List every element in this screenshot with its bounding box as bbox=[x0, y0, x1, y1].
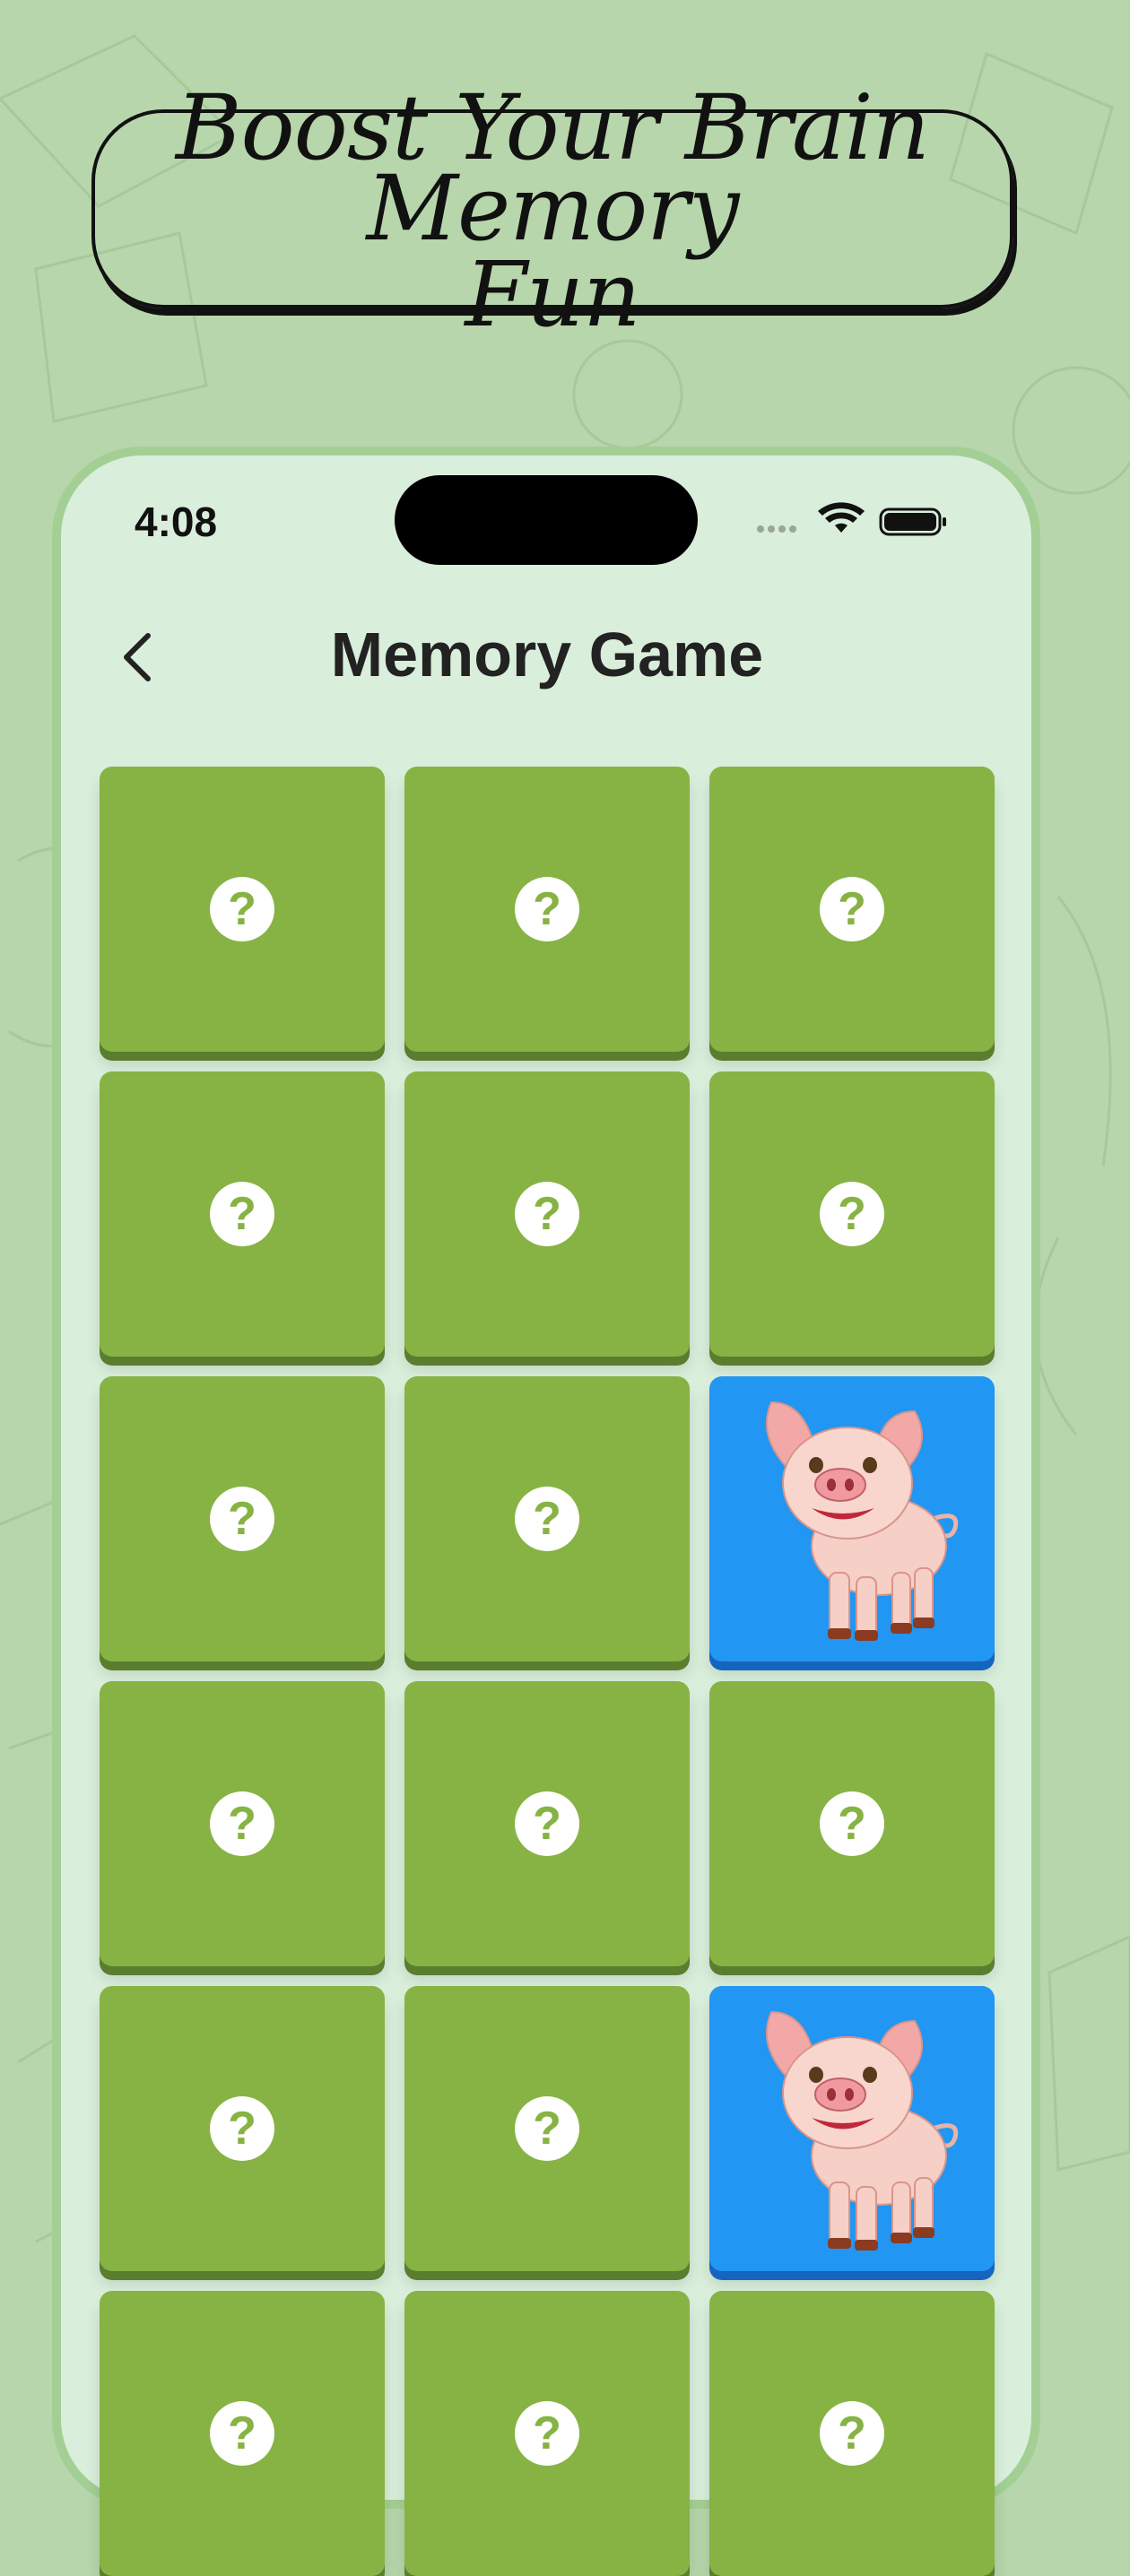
question-mark-icon: ? bbox=[820, 2401, 884, 2466]
question-mark-icon: ? bbox=[515, 1487, 579, 1551]
question-mark-icon: ? bbox=[820, 877, 884, 941]
question-mark-icon: ? bbox=[210, 2401, 274, 2466]
battery-icon bbox=[879, 507, 946, 536]
question-mark-icon: ? bbox=[515, 2401, 579, 2466]
headline-line-2: Fun bbox=[465, 242, 640, 347]
memory-card[interactable]: ? bbox=[100, 1681, 385, 1966]
signal-dots-icon bbox=[757, 525, 796, 533]
memory-card[interactable]: ? bbox=[709, 767, 995, 1052]
question-mark-icon: ? bbox=[210, 1182, 274, 1246]
question-mark-icon: ? bbox=[210, 1791, 274, 1856]
dynamic-island bbox=[395, 475, 698, 565]
question-mark-icon: ? bbox=[515, 1182, 579, 1246]
headline-line-1: Boost Your Brain Memory bbox=[175, 75, 930, 261]
pig-icon bbox=[766, 2010, 959, 2251]
memory-card[interactable] bbox=[709, 1376, 995, 1661]
memory-card[interactable]: ? bbox=[404, 767, 690, 1052]
status-time: 4:08 bbox=[135, 499, 218, 545]
question-mark-icon: ? bbox=[515, 1791, 579, 1856]
status-icons bbox=[757, 502, 946, 536]
question-mark-icon: ? bbox=[210, 877, 274, 941]
memory-card[interactable]: ? bbox=[100, 767, 385, 1052]
question-mark-icon: ? bbox=[820, 1791, 884, 1856]
memory-card[interactable]: ? bbox=[404, 1376, 690, 1661]
question-mark-icon: ? bbox=[515, 877, 579, 941]
chevron-left-icon bbox=[124, 633, 151, 681]
back-button[interactable] bbox=[108, 628, 167, 687]
pig-icon bbox=[766, 1401, 959, 1641]
wifi-icon bbox=[818, 502, 865, 533]
memory-card[interactable]: ? bbox=[100, 1376, 385, 1661]
memory-card[interactable]: ? bbox=[404, 1071, 690, 1357]
page-title: Memory Game bbox=[330, 620, 764, 690]
memory-card[interactable]: ? bbox=[404, 1681, 690, 1966]
headline-banner: Boost Your Brain Memory Fun bbox=[91, 83, 1013, 340]
question-mark-icon: ? bbox=[210, 1487, 274, 1551]
memory-card[interactable]: ? bbox=[100, 2291, 385, 2576]
question-mark-icon: ? bbox=[210, 2096, 274, 2161]
memory-card[interactable]: ? bbox=[709, 1681, 995, 1966]
memory-card[interactable]: ? bbox=[404, 2291, 690, 2576]
question-mark-icon: ? bbox=[820, 1182, 884, 1246]
memory-card[interactable]: ? bbox=[100, 1071, 385, 1357]
memory-card[interactable]: ? bbox=[404, 1986, 690, 2271]
memory-card[interactable]: ? bbox=[100, 1986, 385, 2271]
memory-card[interactable] bbox=[709, 1986, 995, 2271]
question-mark-icon: ? bbox=[515, 2096, 579, 2161]
memory-card[interactable]: ? bbox=[709, 2291, 995, 2576]
memory-card[interactable]: ? bbox=[709, 1071, 995, 1357]
